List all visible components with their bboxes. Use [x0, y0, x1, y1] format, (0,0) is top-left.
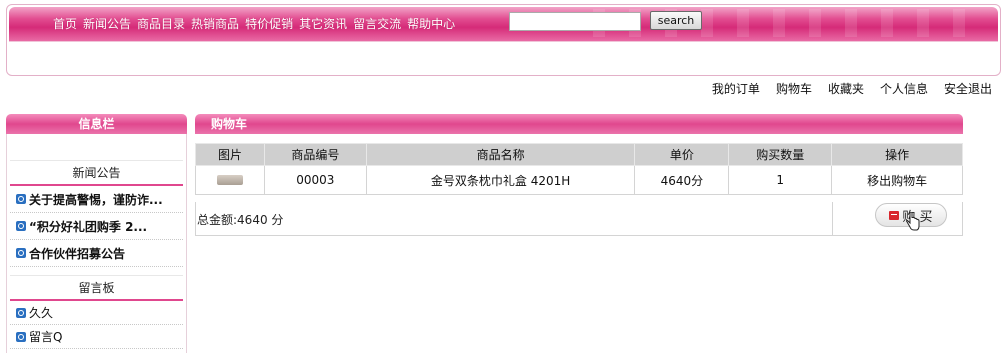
- bullet-icon: [16, 221, 26, 231]
- col-image: 图片: [195, 143, 265, 166]
- cart-total: 总金额:4640 分: [197, 213, 284, 227]
- product-quantity[interactable]: 1: [728, 165, 833, 195]
- news-item[interactable]: 关于提高警惕，谨防诈...: [10, 186, 183, 213]
- news-item[interactable]: 合作伙伴招募公告: [10, 240, 183, 267]
- news-item[interactable]: “积分好礼团购季 2...: [10, 213, 183, 240]
- bullet-icon: [16, 194, 26, 204]
- message-item-label: 久久: [29, 306, 54, 320]
- cart-title: 购物车: [195, 114, 963, 134]
- guestbook-section-title: 留言板: [10, 275, 183, 301]
- col-action: 操作: [831, 143, 963, 166]
- nav-home[interactable]: 首页: [53, 15, 77, 32]
- link-cart[interactable]: 购物车: [776, 80, 812, 97]
- cart-table: 图片 商品编号 商品名称 单价 购买数量 操作 00003 金号双条枕巾礼盒 4…: [195, 143, 963, 195]
- nav-help[interactable]: 帮助中心: [407, 15, 455, 32]
- header-divider: [9, 41, 998, 42]
- link-logout[interactable]: 安全退出: [944, 80, 992, 97]
- remove-from-cart-link[interactable]: 移出购物车: [831, 165, 963, 195]
- user-links: 我的订单 购物车 收藏夹 个人信息 安全退出: [712, 80, 992, 97]
- message-item[interactable]: 久久: [10, 301, 183, 325]
- nav-specials[interactable]: 特价促销: [245, 15, 293, 32]
- news-section-title: 新闻公告: [10, 160, 183, 186]
- news-item-label: 合作伙伴招募公告: [29, 246, 126, 261]
- link-my-orders[interactable]: 我的订单: [712, 80, 760, 97]
- search-button[interactable]: search: [650, 11, 702, 30]
- bullet-icon: [16, 307, 26, 318]
- product-name[interactable]: 金号双条枕巾礼盒 4201H: [365, 165, 636, 195]
- sidebar-title: 信息栏: [6, 114, 187, 134]
- sidebar: 信息栏 新闻公告 关于提高警惕，谨防诈... “积分好礼团购季 2... 合作伙…: [6, 114, 187, 353]
- nav-other-info[interactable]: 其它资讯: [299, 15, 347, 32]
- main-nav: 首页 新闻公告 商品目录 热销商品 特价促销 其它资讯 留言交流 帮助中心: [53, 15, 455, 32]
- nav-hot-products[interactable]: 热销商品: [191, 15, 239, 32]
- nav-guestbook[interactable]: 留言交流: [353, 15, 401, 32]
- col-name: 商品名称: [365, 143, 636, 166]
- nav-news[interactable]: 新闻公告: [83, 15, 131, 32]
- cart-panel: 购物车: [195, 114, 963, 134]
- cart-icon: [889, 210, 900, 220]
- news-item-label: 关于提高警惕，谨防诈...: [29, 192, 163, 207]
- product-thumbnail-cell[interactable]: [195, 165, 265, 195]
- product-thumbnail[interactable]: [216, 175, 243, 185]
- link-profile[interactable]: 个人信息: [880, 80, 928, 97]
- hand-cursor-icon: [906, 212, 920, 231]
- cart-total-row: 总金额:4640 分 购 买: [195, 202, 963, 236]
- col-quantity: 购买数量: [728, 143, 833, 166]
- sidebar-body: 新闻公告 关于提高警惕，谨防诈... “积分好礼团购季 2... 合作伙伴招募公…: [6, 134, 187, 353]
- col-code: 商品编号: [263, 143, 367, 166]
- message-item-label: 留言Q: [29, 330, 63, 344]
- table-header-row: 图片 商品编号 商品名称 单价 购买数量 操作: [195, 143, 963, 166]
- bullet-icon: [16, 331, 26, 342]
- search-input[interactable]: [509, 12, 641, 31]
- bullet-icon: [16, 248, 26, 258]
- table-row: 00003 金号双条枕巾礼盒 4201H 4640分 1 移出购物车: [195, 165, 963, 195]
- nav-catalog[interactable]: 商品目录: [137, 15, 185, 32]
- product-price: 4640分: [634, 165, 730, 195]
- total-divider: [832, 202, 833, 235]
- product-code: 00003: [263, 165, 367, 195]
- news-item-label: “积分好礼团购季 2...: [29, 219, 148, 234]
- message-item[interactable]: 留言Q: [10, 325, 183, 349]
- link-favorites[interactable]: 收藏夹: [828, 80, 864, 97]
- col-price: 单价: [634, 143, 730, 166]
